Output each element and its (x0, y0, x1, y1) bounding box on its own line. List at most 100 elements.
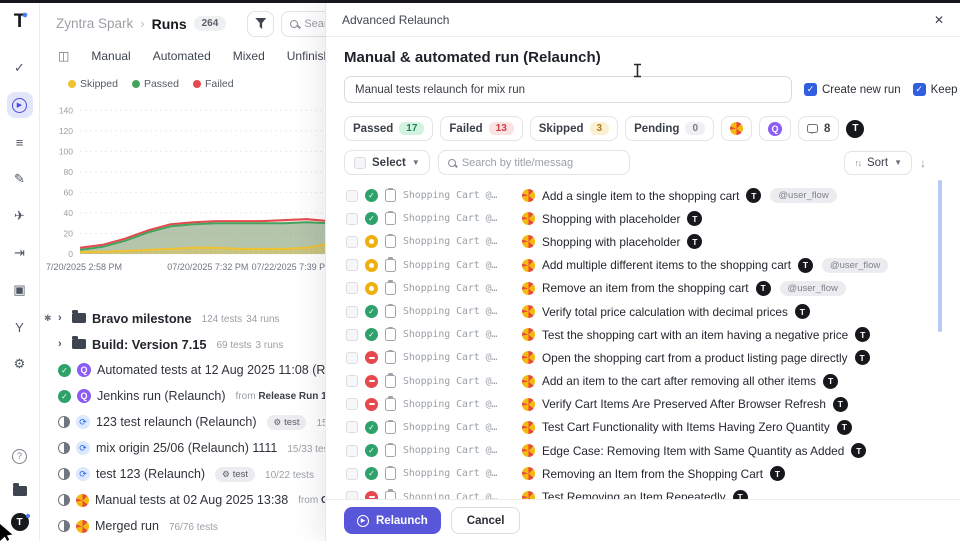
shared-steps-icon[interactable]: ≡ (7, 129, 33, 155)
run-title[interactable]: mix origin 25/06 (Relaunch) 1111 (96, 441, 277, 455)
test-list-item[interactable]: ✓ Shopping Cart @… Test Cart Functionali… (344, 416, 940, 439)
assignee-avatar[interactable]: T (846, 120, 864, 138)
filter-button[interactable] (247, 11, 274, 37)
test-title[interactable]: Shopping with placeholder (542, 212, 680, 226)
chip-pending[interactable]: Pending 0 (625, 116, 714, 141)
test-title[interactable]: Removing an Item from the Shopping Cart (542, 467, 763, 481)
test-row-checkbox[interactable] (346, 213, 358, 225)
test-title[interactable]: Verify Cart Items Are Preserved After Br… (542, 397, 826, 411)
run-title[interactable]: Merged run (95, 519, 159, 533)
test-row-checkbox[interactable] (346, 236, 358, 248)
run-list-item[interactable]: Merged run 76/76 tests (40, 513, 340, 539)
tests-search-input[interactable]: Search by title/messag (438, 150, 630, 175)
run-title[interactable]: Bravo milestone (92, 311, 192, 326)
run-title[interactable]: Build: Version 7.15 (92, 337, 207, 352)
sort-dropdown[interactable]: ↑↓ Sort ▼ (844, 151, 912, 175)
test-title[interactable]: Open the shopping cart from a product li… (542, 351, 848, 365)
test-plans-icon[interactable]: ✈ (7, 203, 33, 229)
test-row-checkbox[interactable] (346, 329, 358, 341)
keep-values-checkbox[interactable]: ✓ Keep values ? (913, 83, 960, 96)
test-list-item[interactable]: ✓ Shopping Cart @… Shopping with placeho… (344, 207, 940, 230)
run-title[interactable]: test 123 (Relaunch) (96, 467, 205, 481)
cancel-button[interactable]: Cancel (451, 507, 521, 534)
test-row-checkbox[interactable] (346, 352, 358, 364)
test-list-item[interactable]: Shopping Cart @… Remove an item from the… (344, 277, 940, 300)
test-list-item[interactable]: ✓ Shopping Cart @… Removing an Item from… (344, 462, 940, 485)
legend-item[interactable]: Failed (193, 78, 234, 90)
test-row-checkbox[interactable] (346, 445, 358, 457)
defects-icon[interactable]: ⇥ (7, 240, 33, 266)
test-title[interactable]: Add an item to the cart after removing a… (542, 374, 816, 388)
chevron-right-icon[interactable]: › (58, 338, 66, 350)
close-icon[interactable]: ✕ (934, 13, 944, 27)
test-row-checkbox[interactable] (346, 259, 358, 271)
run-name-input[interactable] (344, 76, 792, 103)
run-title[interactable]: Manual tests at 02 Aug 2025 13:38 (95, 493, 288, 507)
test-list-item[interactable]: Shopping Cart @… Add multiple different … (344, 254, 940, 277)
run-list-item[interactable]: ✱ › Bravo milestone 124 tests34 runs (40, 305, 340, 331)
chip-failed[interactable]: Failed 13 (440, 116, 522, 141)
create-new-run-checkbox[interactable]: ✓ Create new run (804, 83, 901, 96)
chip-skipped[interactable]: Skipped 3 (530, 116, 618, 141)
select-dropdown[interactable]: Select ▼ (344, 150, 430, 175)
test-title[interactable]: Add multiple different items to the shop… (542, 258, 791, 272)
run-title[interactable]: Jenkins run (Relaunch) (97, 389, 226, 403)
run-title[interactable]: Automated tests at 12 Aug 2025 11:08 (Re… (97, 363, 340, 377)
test-row-checkbox[interactable] (346, 491, 358, 499)
test-title[interactable]: Edge Case: Removing Item with Same Quant… (542, 444, 844, 458)
test-title[interactable]: Shopping with placeholder (542, 235, 680, 249)
run-list-item[interactable]: ✓ Q Automated tests at 12 Aug 2025 11:08… (40, 357, 340, 383)
app-logo[interactable]: T (14, 11, 26, 33)
legend-item[interactable]: Passed (132, 78, 179, 90)
pin-icon[interactable]: ✱ (44, 313, 52, 324)
test-row-checkbox[interactable] (346, 375, 358, 387)
run-list-item[interactable]: ⟳ test 123 (Relaunch) ⚙test 10/22 tests (40, 461, 340, 487)
test-title[interactable]: Test the shopping cart with an item havi… (542, 328, 848, 342)
tab-automated[interactable]: Automated (153, 49, 211, 63)
test-list-item[interactable]: Shopping Cart @… Open the shopping cart … (344, 346, 940, 369)
run-list-item[interactable]: Manual tests at 02 Aug 2025 13:38 from C… (40, 487, 340, 513)
test-title[interactable]: Verify total price calculation with deci… (542, 305, 788, 319)
breadcrumb-project[interactable]: Zyntra Spark (56, 16, 133, 31)
select-all-checkbox[interactable] (354, 157, 366, 169)
view-mode-icon[interactable]: ◫ (58, 49, 69, 63)
review-icon[interactable]: ✎ (7, 166, 33, 192)
test-list-item[interactable]: Shopping Cart @… Verify Cart Items Are P… (344, 393, 940, 416)
integrations-icon[interactable]: Y (7, 314, 33, 340)
chip-automation-type[interactable]: Q (759, 116, 791, 141)
chevron-right-icon[interactable]: › (58, 312, 66, 324)
projects-folder-icon[interactable] (7, 478, 33, 504)
user-avatar[interactable]: T (11, 513, 29, 531)
test-list-item[interactable]: ✓ Shopping Cart @… Verify total price ca… (344, 300, 940, 323)
test-title[interactable]: Test Cart Functionality with Items Havin… (542, 420, 830, 434)
test-list-item[interactable]: ✓ Shopping Cart @… Add a single item to … (344, 184, 940, 207)
run-list-item[interactable]: ✓ Q Jenkins run (Relaunch) from Release … (40, 383, 340, 409)
test-list-item[interactable]: Shopping Cart @… Shopping with placehold… (344, 230, 940, 253)
test-runs-icon[interactable]: ▶ (7, 92, 33, 118)
test-list-item[interactable]: ✓ Shopping Cart @… Edge Case: Removing I… (344, 439, 940, 462)
chip-passed[interactable]: Passed 17 (344, 116, 433, 141)
test-row-checkbox[interactable] (346, 190, 358, 202)
run-list-item[interactable]: ⟳ mix origin 25/06 (Relaunch) 1111 15/33… (40, 435, 340, 461)
test-row-checkbox[interactable] (346, 421, 358, 433)
test-list-item[interactable]: Shopping Cart @… Add an item to the cart… (344, 370, 940, 393)
chip-manual-type[interactable] (721, 116, 752, 141)
help-icon[interactable]: ? (7, 443, 33, 469)
run-list-item[interactable]: › Build: Version 7.15 69 tests3 runs (40, 331, 340, 357)
legend-item[interactable]: Skipped (68, 78, 118, 90)
test-title[interactable]: Remove an item from the shopping cart (542, 281, 749, 295)
relaunch-button[interactable]: ▶ Relaunch (344, 507, 441, 534)
test-cases-icon[interactable]: ✓ (7, 55, 33, 81)
test-title[interactable]: Test Removing an Item Repeatedly (542, 490, 726, 499)
run-title[interactable]: 123 test relaunch (Relaunch) (96, 415, 257, 429)
tests-scrollbar[interactable] (938, 180, 942, 332)
tab-mixed[interactable]: Mixed (233, 49, 265, 63)
test-title[interactable]: Add a single item to the shopping cart (542, 189, 739, 203)
test-list-item[interactable]: Shopping Cart @… Test Removing an Item R… (344, 485, 940, 499)
test-row-checkbox[interactable] (346, 398, 358, 410)
run-list-item[interactable]: ⟳ 123 test relaunch (Relaunch) ⚙test 15/… (40, 409, 340, 435)
test-list-item[interactable]: ✓ Shopping Cart @… Test the shopping car… (344, 323, 940, 346)
chip-comments[interactable]: 8 (798, 116, 839, 141)
sort-direction-icon[interactable]: ↓ (920, 156, 926, 170)
test-row-checkbox[interactable] (346, 282, 358, 294)
